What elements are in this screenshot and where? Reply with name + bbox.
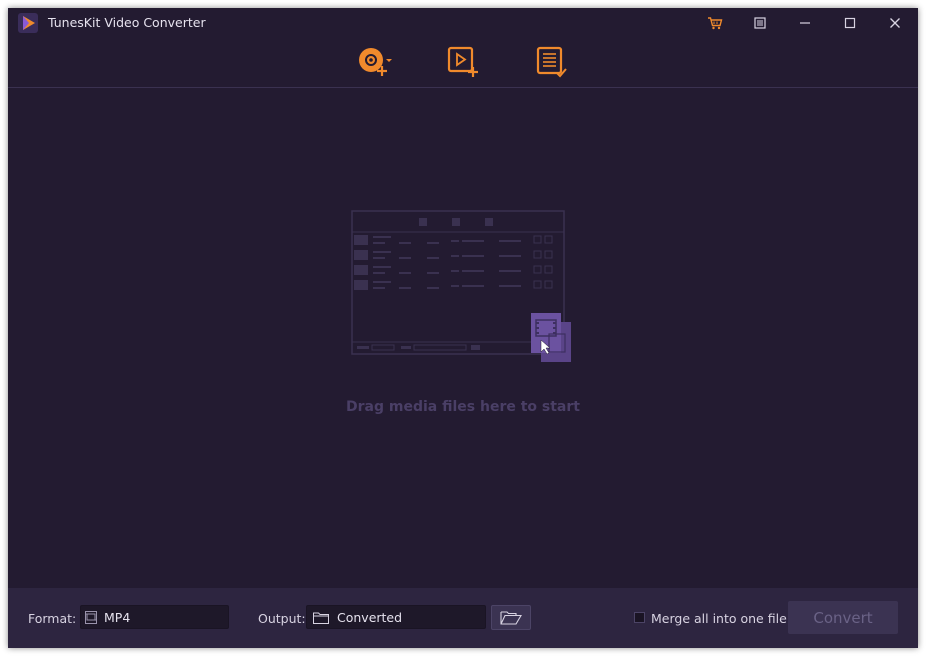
add-video-button[interactable] xyxy=(446,46,482,80)
cart-button[interactable] xyxy=(703,12,727,34)
folder-icon xyxy=(313,612,329,624)
maximize-icon xyxy=(844,17,856,29)
maximize-button[interactable] xyxy=(838,12,862,34)
menu-icon xyxy=(754,17,766,29)
drop-hint-text: Drag media files here to start xyxy=(346,399,580,415)
title-bar[interactable]: TunesKit Video Converter xyxy=(8,8,918,38)
app-window: TunesKit Video Converter Drag media file… xyxy=(8,8,918,648)
merge-checkbox[interactable] xyxy=(634,612,645,623)
output-value: Converted xyxy=(337,610,403,625)
close-icon xyxy=(890,18,900,28)
browse-output-button[interactable] xyxy=(491,605,531,630)
add-dvd-icon xyxy=(359,48,392,76)
menu-button[interactable] xyxy=(748,12,772,34)
merge-label: Merge all into one file xyxy=(651,611,787,626)
close-button[interactable] xyxy=(883,12,907,34)
format-label: Format: xyxy=(28,611,77,626)
drop-files-illustration xyxy=(351,210,571,362)
format-value: MP4 xyxy=(104,610,131,625)
converted-list-button[interactable] xyxy=(535,46,571,80)
app-logo-icon xyxy=(18,13,38,33)
cart-icon xyxy=(708,17,723,30)
converted-list-icon xyxy=(536,46,567,78)
window-title: TunesKit Video Converter xyxy=(48,15,206,30)
open-folder-icon xyxy=(500,611,522,625)
format-selector[interactable]: MP4 xyxy=(80,605,229,629)
main-toolbar xyxy=(8,38,918,86)
drop-zone[interactable]: Drag media files here to start xyxy=(8,88,918,588)
add-video-icon xyxy=(447,46,478,77)
bottom-bar: Format: MP4 Output: Converted Merge all … xyxy=(8,588,918,648)
output-path-field[interactable]: Converted xyxy=(306,605,486,629)
output-label: Output: xyxy=(258,611,306,626)
video-format-icon xyxy=(85,611,97,624)
convert-button[interactable]: Convert xyxy=(788,601,898,634)
minimize-button[interactable] xyxy=(793,12,817,34)
add-dvd-button[interactable] xyxy=(356,46,392,80)
minimize-icon xyxy=(800,22,810,24)
